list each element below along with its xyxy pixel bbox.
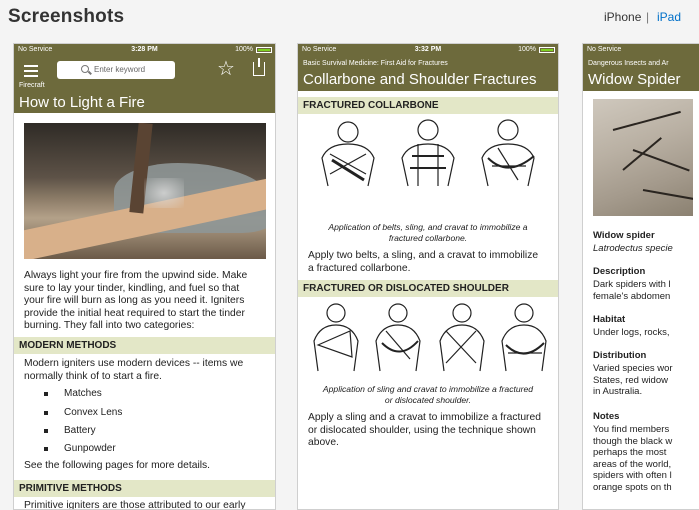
figure-1	[321, 121, 375, 187]
ipad-tab[interactable]: iPad	[657, 10, 681, 24]
page-header: Firecraft How to Light a Fire	[14, 80, 275, 113]
shoulder-caption: Application of sling and cravat to immob…	[322, 384, 534, 405]
carrier-text: No Service	[587, 46, 622, 53]
figure-3	[439, 303, 485, 372]
figure-3	[481, 119, 535, 187]
screenshot-1[interactable]: No Service 3:28 PM 100% Enter keyword ☆ …	[13, 43, 276, 510]
favorite-star-icon[interactable]: ☆	[217, 59, 235, 79]
tab-separator: |	[646, 10, 650, 24]
fire-drill-photo	[24, 123, 266, 259]
section-title: Screenshots	[8, 6, 125, 27]
habitat-label: Habitat	[593, 314, 626, 325]
notes-label: Notes	[593, 411, 620, 422]
category-label: Dangerous Insects and Ar	[588, 60, 669, 67]
figure-1	[313, 303, 359, 372]
section-fractured-collarbone: FRACTURED COLLARBONE	[298, 97, 558, 114]
category-label: Basic Survival Medicine: First Aid for F…	[303, 60, 448, 67]
battery-percent: 100%	[235, 46, 253, 53]
intro-paragraph: Always light your fire from the upwind s…	[24, 270, 248, 331]
habitat-text: Under logs, rocks,	[593, 327, 670, 338]
distribution-text: Varied species wor States, red widow in …	[593, 363, 673, 397]
page-header: Basic Survival Medicine: First Aid for F…	[298, 56, 558, 91]
battery-percent: 100%	[518, 46, 536, 53]
collarbone-caption: Application of belts, sling, and cravat …	[328, 222, 528, 243]
category-label: Firecraft	[19, 82, 45, 89]
figure-4	[501, 303, 547, 372]
battery-icon	[539, 47, 555, 53]
screenshot-2[interactable]: No Service 3:32 PM 100% Basic Survival M…	[297, 43, 559, 510]
search-placeholder: Enter keyword	[94, 65, 146, 74]
menu-icon[interactable]	[24, 65, 38, 77]
latin-name: Latrodectus specie	[593, 243, 673, 254]
page-header: Dangerous Insects and Ar Widow Spider	[583, 56, 699, 91]
primitive-paragraph: Primitive igniters are those attributed …	[24, 500, 246, 510]
page-title: How to Light a Fire	[19, 94, 145, 111]
more-details-text: See the following pages for more details…	[24, 460, 211, 471]
shoulder-illustration	[313, 303, 547, 372]
figure-2	[401, 119, 455, 187]
spider-photo	[593, 99, 693, 216]
section-primitive-methods: PRIMITIVE METHODS	[14, 480, 275, 497]
share-icon[interactable]	[253, 58, 265, 76]
spider-name-label: Widow spider	[593, 230, 655, 241]
description-text: Dark spiders with l female's abdomen	[593, 279, 671, 302]
modern-paragraph: Modern igniters use modern devices -- it…	[24, 358, 244, 382]
screenshot-3[interactable]: No Service Dangerous Insects and Ar Wido…	[582, 43, 699, 510]
search-icon	[81, 65, 89, 73]
page-title: Collarbone and Shoulder Fractures	[303, 71, 537, 88]
notes-text: You find members though the black w perh…	[593, 424, 673, 493]
status-bar: No Service	[583, 44, 699, 56]
section-modern-methods: MODERN METHODS	[14, 337, 275, 354]
status-bar: No Service 3:32 PM 100%	[298, 44, 558, 56]
iphone-tab[interactable]: iPhone	[604, 10, 641, 24]
distribution-label: Distribution	[593, 350, 647, 361]
status-bar: No Service 3:28 PM 100%	[14, 44, 275, 56]
page-title: Widow Spider	[588, 71, 681, 88]
search-input[interactable]: Enter keyword	[57, 61, 175, 79]
shoulder-paragraph: Apply a sling and a cravat to immobilize…	[308, 412, 541, 448]
battery-icon	[256, 47, 272, 53]
section-fractured-shoulder: FRACTURED OR DISLOCATED SHOULDER	[298, 280, 558, 297]
collarbone-illustration	[321, 119, 535, 187]
figure-2	[375, 303, 421, 372]
screenshots-header: Screenshots iPhone | iPad	[0, 0, 699, 34]
collarbone-paragraph: Apply two belts, a sling, and a cravat t…	[308, 250, 539, 274]
description-label: Description	[593, 266, 646, 277]
